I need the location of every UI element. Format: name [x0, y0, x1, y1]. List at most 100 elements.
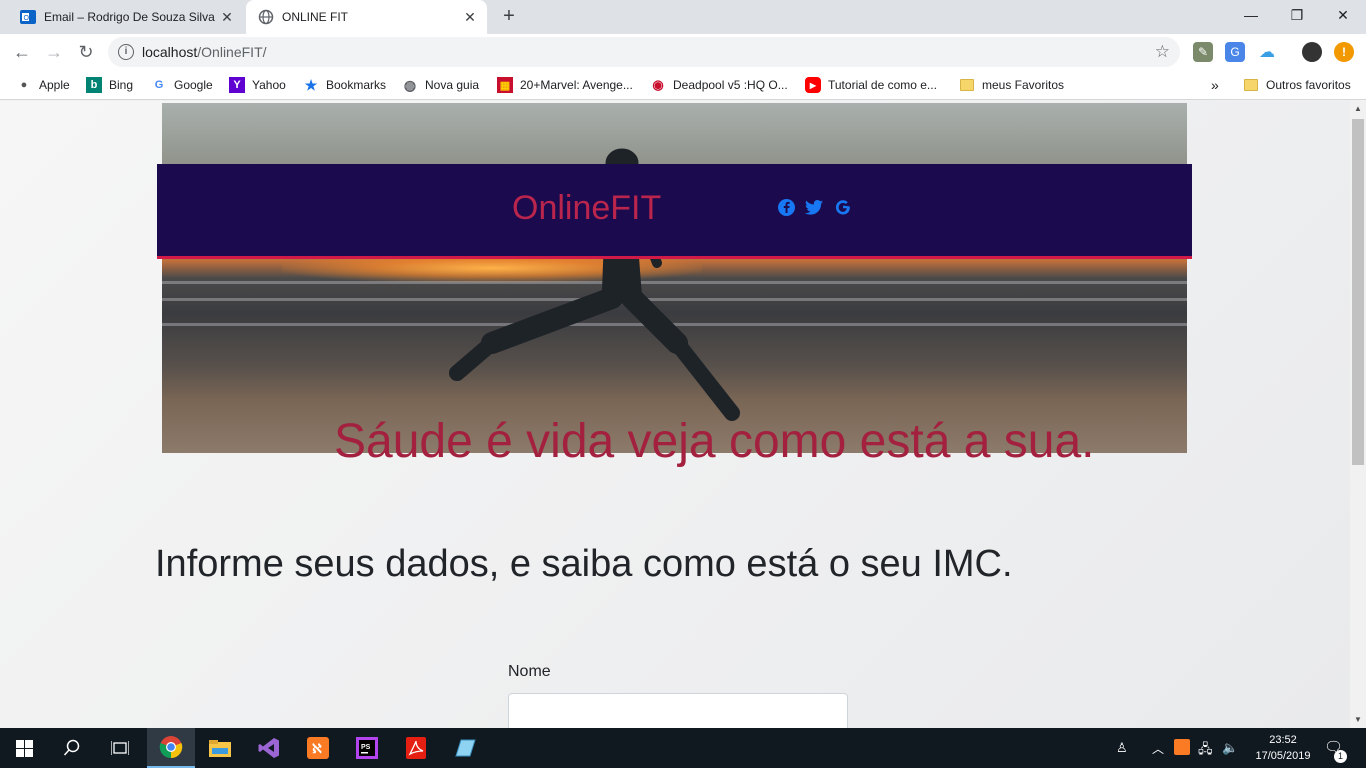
- apple-icon: ●: [20, 79, 28, 91]
- bookmark-label: Nova guia: [425, 78, 480, 92]
- runner-silhouette: [449, 148, 740, 421]
- bookmark-label: Google: [174, 78, 213, 92]
- bookmarks-bar: ● Apple b Bing G Google Y Yahoo ★ Bookmarks ◍…: [0, 70, 1366, 100]
- search-icon[interactable]: [48, 728, 96, 768]
- star-icon: ★: [304, 76, 318, 93]
- tab-online-fit[interactable]: ONLINE FIT ✕: [246, 0, 487, 34]
- url-host: localhost: [142, 44, 198, 60]
- bookmark-nova-guia[interactable]: ◍ Nova guia: [402, 76, 479, 94]
- yahoo-icon: Y: [229, 77, 245, 93]
- windows-taskbar: ℵ PS ♙ ︿ 🖧 🔈 23:52 17/05/2019 🗨 1: [0, 728, 1366, 768]
- bookmarks-overflow-button[interactable]: »: [1211, 76, 1219, 94]
- bookmark-label: Tutorial de como e...: [828, 78, 937, 92]
- clock[interactable]: 23:52 17/05/2019: [1250, 732, 1316, 764]
- brand-logo[interactable]: OnlineFIT: [512, 189, 661, 228]
- globe-icon: [258, 9, 274, 25]
- deadpool-icon: ◉: [652, 77, 664, 92]
- avatar[interactable]: [1302, 42, 1322, 62]
- bookmark-marvel[interactable]: ▦ 20+Marvel: Avenge...: [497, 76, 633, 94]
- app-icon[interactable]: [441, 728, 489, 768]
- acrobat-icon[interactable]: [392, 728, 440, 768]
- address-bar[interactable]: i localhost/OnlineFIT/ ☆: [108, 37, 1180, 67]
- bookmark-label: Bookmarks: [326, 78, 387, 92]
- bookmark-label: Apple: [39, 78, 70, 92]
- page-viewport: OnlineFIT Sáude é vida veja como está a …: [0, 101, 1350, 728]
- google-icon[interactable]: [833, 197, 853, 217]
- tab-title: ONLINE FIT: [282, 10, 349, 24]
- bookmark-apple[interactable]: ● Apple: [16, 76, 70, 94]
- tab-strip: O Email – Rodrigo De Souza Silva – ✕ ONL…: [0, 0, 1366, 34]
- svg-text:PS: PS: [361, 744, 371, 751]
- hero-image: [162, 103, 1187, 453]
- bookmark-tutorial[interactable]: ▶ Tutorial de como e...: [805, 76, 937, 94]
- clock-date: 17/05/2019: [1255, 750, 1311, 762]
- bookmark-google[interactable]: G Google: [151, 76, 213, 94]
- cloud-icon[interactable]: ☁: [1257, 42, 1277, 62]
- forward-icon[interactable]: →: [42, 40, 66, 64]
- bookmark-label: meus Favoritos: [982, 78, 1065, 92]
- url-path: /OnlineFIT/: [197, 44, 267, 60]
- close-tab-icon[interactable]: ✕: [218, 8, 236, 26]
- xampp-tray-icon[interactable]: [1174, 739, 1190, 755]
- facebook-icon[interactable]: [776, 197, 796, 217]
- bing-icon: b: [86, 77, 102, 93]
- bookmark-star-icon[interactable]: ☆: [1155, 42, 1170, 62]
- network-icon[interactable]: 🖧: [1198, 740, 1213, 762]
- scroll-up-icon[interactable]: ▲: [1350, 101, 1366, 117]
- show-hidden-icons-icon[interactable]: ︿: [1152, 740, 1164, 757]
- bookmark-label: Bing: [109, 78, 134, 92]
- bookmark-other-favorites[interactable]: Outros favoritos: [1243, 76, 1351, 94]
- visual-studio-icon[interactable]: [245, 728, 293, 768]
- bookmark-label: Outros favoritos: [1266, 78, 1351, 92]
- outlook-icon: O: [20, 9, 36, 25]
- new-tab-button[interactable]: +: [498, 5, 520, 27]
- reload-icon[interactable]: ↻: [74, 40, 98, 64]
- close-tab-icon[interactable]: ✕: [461, 8, 479, 26]
- bookmark-label: Yahoo: [252, 78, 286, 92]
- bookmark-label: Deadpool v5 :HQ O...: [673, 78, 788, 92]
- hero-tagline: Sáude é vida veja como está a sua.: [334, 415, 1095, 468]
- bookmark-bookmarks[interactable]: ★ Bookmarks: [303, 76, 386, 94]
- update-alert-icon[interactable]: !: [1334, 42, 1354, 62]
- tab-title: Email – Rodrigo De Souza Silva –: [44, 10, 218, 24]
- chrome-taskbar-icon[interactable]: [147, 728, 195, 768]
- page-scrollbar[interactable]: ▲ ▼: [1350, 101, 1366, 728]
- volume-icon[interactable]: 🔈: [1222, 740, 1238, 756]
- site-navbar: OnlineFIT: [157, 164, 1192, 259]
- xampp-icon[interactable]: ℵ: [294, 728, 342, 768]
- google-icon: G: [154, 79, 164, 91]
- restore-icon[interactable]: ❐: [1274, 0, 1320, 30]
- people-icon[interactable]: ♙: [1116, 740, 1128, 756]
- scroll-down-icon[interactable]: ▼: [1350, 712, 1366, 728]
- translate-icon[interactable]: G: [1225, 42, 1245, 62]
- url-text[interactable]: localhost/OnlineFIT/: [142, 44, 267, 60]
- clock-time: 23:52: [1269, 734, 1297, 746]
- close-window-icon[interactable]: ✕: [1320, 0, 1366, 30]
- start-button[interactable]: [0, 728, 48, 768]
- browser-toolbar: ← → ↻ i localhost/OnlineFIT/ ☆ ✎ G ☁ !: [0, 34, 1366, 70]
- youtube-icon: ▶: [805, 77, 821, 93]
- bookmark-meus-favoritos[interactable]: meus Favoritos: [959, 76, 1064, 94]
- tab-email[interactable]: O Email – Rodrigo De Souza Silva – ✕: [8, 0, 244, 34]
- bookmark-bing[interactable]: b Bing: [86, 76, 133, 94]
- file-explorer-icon[interactable]: [196, 728, 244, 768]
- bookmark-yahoo[interactable]: Y Yahoo: [229, 76, 286, 94]
- phpstorm-icon[interactable]: PS: [343, 728, 391, 768]
- back-icon[interactable]: ←: [10, 40, 34, 64]
- name-label: Nome: [508, 663, 551, 680]
- minimize-icon[interactable]: —: [1228, 0, 1274, 30]
- bookmark-deadpool[interactable]: ◉ Deadpool v5 :HQ O...: [650, 76, 788, 94]
- scrollbar-thumb[interactable]: [1352, 119, 1364, 465]
- extension-icon[interactable]: ✎: [1193, 42, 1213, 62]
- svg-text:ℵ: ℵ: [312, 741, 322, 756]
- task-view-icon[interactable]: [96, 728, 144, 768]
- svg-text:O: O: [24, 15, 30, 22]
- twitter-icon[interactable]: [804, 197, 824, 217]
- info-icon[interactable]: i: [118, 44, 134, 60]
- folder-icon: [959, 77, 975, 93]
- windows-icon: [15, 739, 33, 757]
- section-heading: Informe seus dados, e saiba como está o …: [155, 543, 1013, 585]
- comic-icon: ▦: [497, 77, 513, 93]
- name-input[interactable]: [508, 693, 848, 728]
- folder-icon: [1243, 77, 1259, 93]
